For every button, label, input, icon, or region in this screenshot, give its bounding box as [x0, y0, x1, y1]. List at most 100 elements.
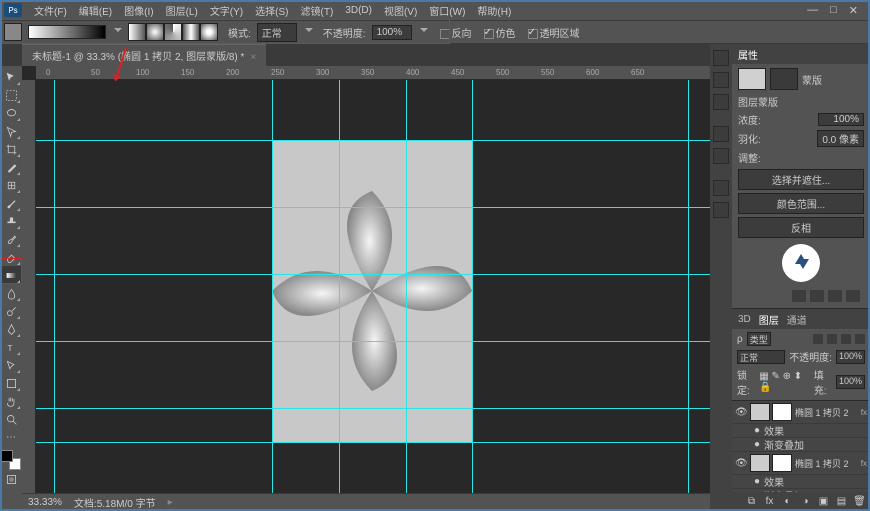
history-brush-tool[interactable]: [1, 230, 21, 248]
mask-from-selection-icon[interactable]: [792, 290, 806, 302]
zoom-tool[interactable]: [1, 410, 21, 428]
layer-mask-icon[interactable]: ◐: [781, 495, 794, 507]
dodge-tool[interactable]: [1, 302, 21, 320]
ruler-vertical[interactable]: [22, 80, 36, 493]
swatches-icon[interactable]: [713, 94, 729, 110]
select-and-mask-button[interactable]: 选择并遮住...: [738, 169, 864, 190]
maximize-button[interactable]: □: [830, 4, 837, 17]
gradient-tool[interactable]: [1, 266, 21, 284]
density-input[interactable]: 100%: [818, 113, 864, 126]
history-icon[interactable]: [713, 50, 729, 66]
marquee-tool[interactable]: [1, 86, 21, 104]
foreground-color[interactable]: [1, 450, 13, 462]
color-range-button[interactable]: 颜色范围...: [738, 193, 864, 214]
link-layers-icon[interactable]: ⧉: [745, 495, 758, 507]
edit-toolbar[interactable]: ⋯: [1, 428, 21, 446]
layer-fx-icon[interactable]: fx: [763, 495, 776, 507]
color-icon[interactable]: [713, 72, 729, 88]
visibility-icon[interactable]: 👁: [735, 407, 747, 418]
group-icon[interactable]: ▣: [817, 495, 830, 507]
vector-mask-thumb[interactable]: [770, 68, 798, 90]
zoom-level[interactable]: 33.33%: [28, 497, 62, 508]
menu-file[interactable]: 文件(F): [28, 1, 73, 20]
new-layer-icon[interactable]: ▤: [835, 495, 848, 507]
canvas-area[interactable]: [36, 80, 710, 493]
gradient-radial[interactable]: [146, 23, 164, 41]
menu-edit[interactable]: 编辑(E): [73, 1, 118, 20]
gradient-linear[interactable]: [128, 23, 146, 41]
visibility-icon[interactable]: 👁: [735, 458, 747, 469]
character-icon[interactable]: [713, 126, 729, 142]
eraser-tool[interactable]: [1, 248, 21, 266]
menu-help[interactable]: 帮助(H): [471, 1, 517, 20]
menu-type[interactable]: 文字(Y): [204, 1, 249, 20]
disable-mask-icon[interactable]: [828, 290, 842, 302]
layer-opacity-input[interactable]: 100%: [836, 350, 865, 364]
brush-tool[interactable]: [1, 194, 21, 212]
gradient-preview[interactable]: [28, 25, 106, 39]
stamp-tool[interactable]: [1, 212, 21, 230]
ruler-horizontal[interactable]: 0 50 100 150 200 250 300 350 400 450 500…: [36, 66, 710, 80]
quickmask-toggle[interactable]: [1, 470, 21, 488]
fill-input[interactable]: 100%: [836, 375, 865, 389]
transparency-checkbox[interactable]: [528, 29, 538, 39]
styles-icon[interactable]: [713, 202, 729, 218]
menu-filter[interactable]: 滤镜(T): [295, 1, 340, 20]
crop-tool[interactable]: [1, 140, 21, 158]
tool-options-bar: 模式: 正常 不透明度: 100% 反向 仿色 透明区域: [0, 20, 870, 44]
layer-list[interactable]: 👁 椭圆 1 拷贝 2fx ●效果 ●渐变叠加 👁 椭圆 1 拷贝 2fx ●效…: [732, 401, 870, 492]
paragraph-icon[interactable]: [713, 148, 729, 164]
tab-layers[interactable]: 图层: [759, 312, 779, 327]
layer-row[interactable]: 👁 椭圆 1 拷贝 2fx: [732, 452, 870, 475]
dither-checkbox[interactable]: [484, 29, 494, 39]
tab-properties[interactable]: 属性: [738, 47, 758, 62]
hand-tool[interactable]: [1, 392, 21, 410]
close-icon[interactable]: ×: [250, 52, 256, 63]
opacity-dropdown[interactable]: [420, 28, 428, 36]
trash-icon[interactable]: 🗑: [853, 495, 866, 507]
pixel-mask-thumb[interactable]: [738, 68, 766, 90]
opacity-input[interactable]: 100%: [372, 25, 412, 40]
menu-view[interactable]: 视图(V): [378, 1, 423, 20]
healing-tool[interactable]: [1, 176, 21, 194]
apply-mask-icon[interactable]: [810, 290, 824, 302]
move-tool[interactable]: [1, 68, 21, 86]
close-button[interactable]: ✕: [849, 4, 858, 17]
gradient-reflected[interactable]: [182, 23, 200, 41]
feather-input[interactable]: 0.0 像素: [817, 130, 864, 147]
shape-tool[interactable]: [1, 374, 21, 392]
doc-info[interactable]: 文档:5.18M/0 字节: [74, 495, 156, 510]
user-avatar: [782, 244, 820, 282]
menu-image[interactable]: 图像(I): [118, 1, 159, 20]
color-swatches[interactable]: [1, 450, 21, 470]
document-tab[interactable]: 未标题-1 @ 33.3% (椭圆 1 拷贝 2, 图层蒙版/8) *×: [22, 44, 266, 66]
menu-select[interactable]: 选择(S): [249, 1, 294, 20]
gradient-diamond[interactable]: [200, 23, 218, 41]
quick-select-tool[interactable]: [1, 122, 21, 140]
layer-row[interactable]: 👁 椭圆 1 拷贝 2fx: [732, 401, 870, 424]
adjustment-layer-icon[interactable]: ◑: [799, 495, 812, 507]
menu-layer[interactable]: 图层(L): [160, 1, 204, 20]
menu-window[interactable]: 窗口(W): [423, 1, 471, 20]
reverse-checkbox[interactable]: [440, 29, 450, 39]
eyedropper-tool[interactable]: [1, 158, 21, 176]
tool-preset-icon[interactable]: [4, 23, 22, 41]
mode-select[interactable]: 正常: [257, 23, 297, 42]
tab-channels[interactable]: 通道: [787, 312, 807, 327]
blend-mode-select[interactable]: 正常: [737, 350, 785, 364]
delete-mask-icon[interactable]: [846, 290, 860, 302]
mode-dropdown[interactable]: [305, 28, 313, 36]
blur-tool[interactable]: [1, 284, 21, 302]
lasso-tool[interactable]: [1, 104, 21, 122]
gradient-angle[interactable]: [164, 23, 182, 41]
type-tool[interactable]: T: [1, 338, 21, 356]
invert-button[interactable]: 反相: [738, 217, 864, 238]
pen-tool[interactable]: [1, 320, 21, 338]
menu-3d[interactable]: 3D(D): [339, 3, 378, 18]
gradient-picker-dropdown[interactable]: [114, 28, 122, 36]
tab-3d[interactable]: 3D: [738, 314, 751, 325]
path-select-tool[interactable]: [1, 356, 21, 374]
minimize-button[interactable]: —: [807, 4, 818, 17]
layer-filter-kind[interactable]: 类型: [747, 332, 771, 346]
adjustments-icon[interactable]: [713, 180, 729, 196]
